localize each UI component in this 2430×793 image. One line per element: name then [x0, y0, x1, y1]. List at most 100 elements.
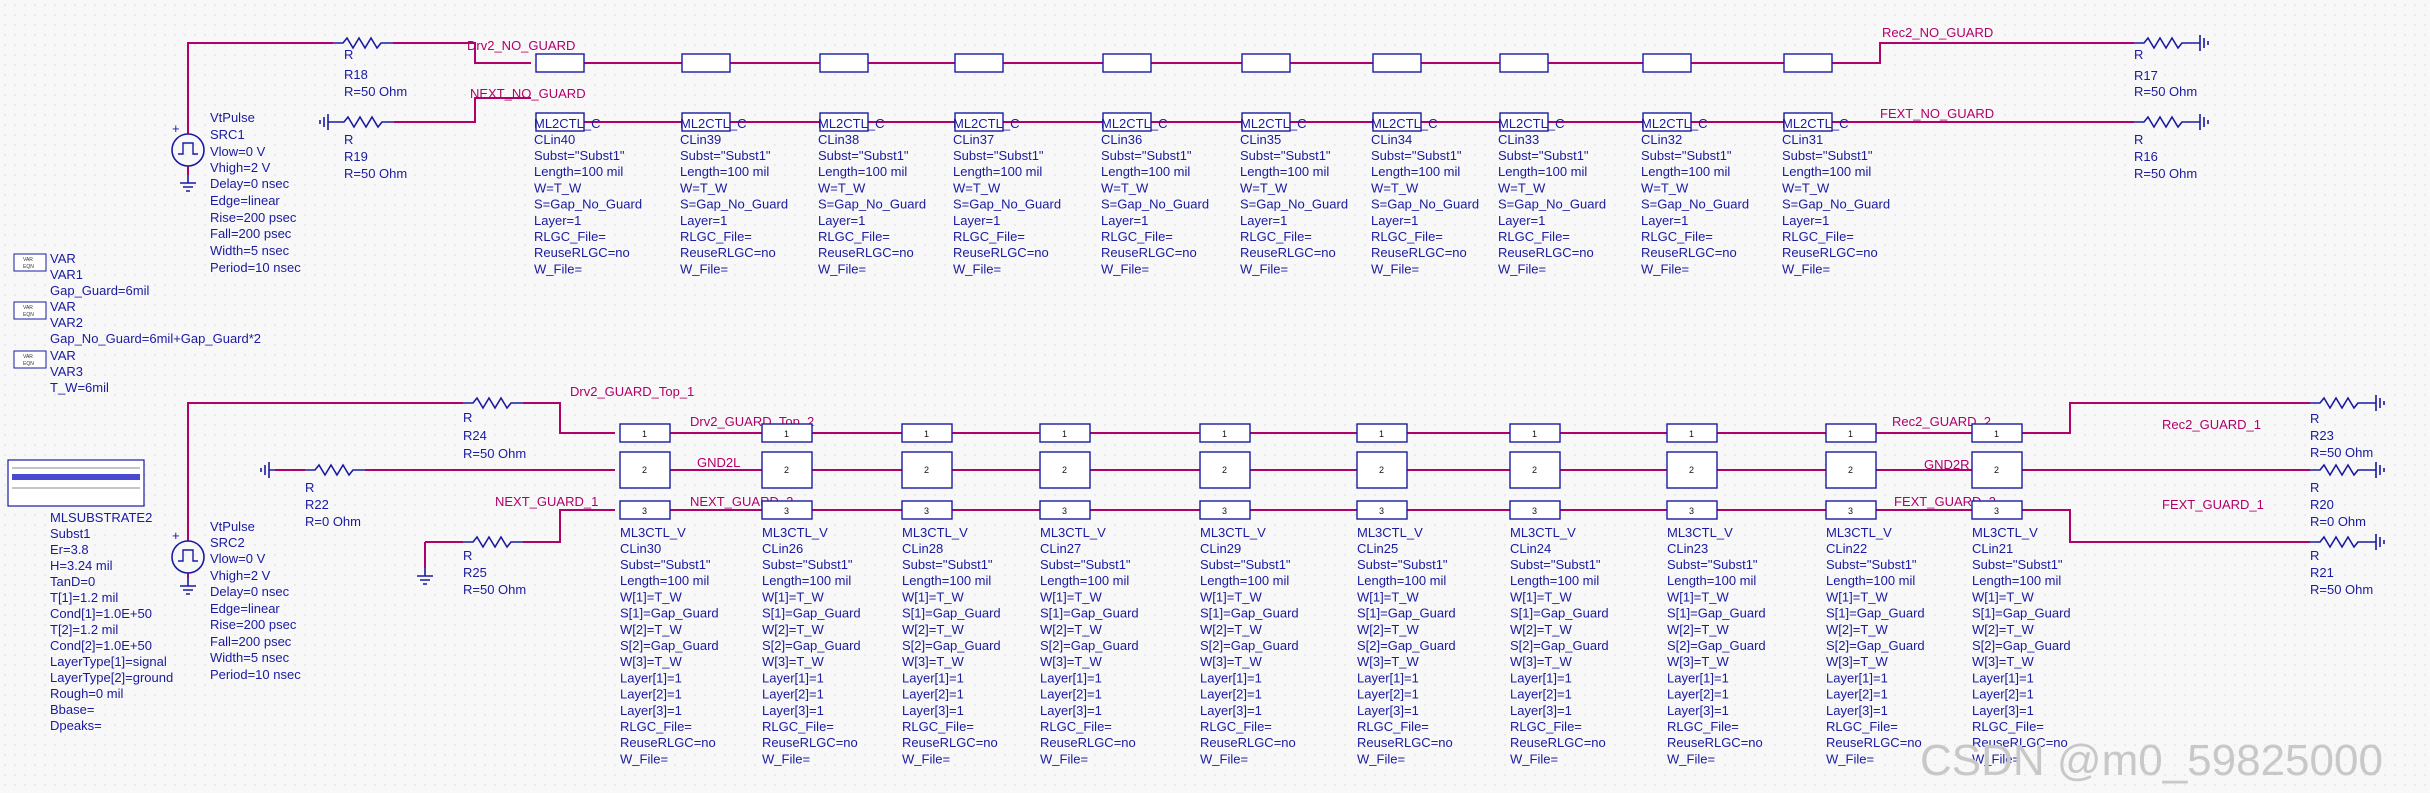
ml3ctl-param-label: Layer[1]=1 [762, 670, 824, 685]
ml2ctl-param-label: ReuseRLGC=no [1101, 245, 1197, 260]
ml2ctl-param-label: RLGC_File= [953, 229, 1025, 244]
src2-label-7: Fall=200 psec [210, 634, 292, 649]
ml3ctl-param-label: S[1]=Gap_Guard [620, 606, 719, 621]
ml3ctl-param-label: ReuseRLGC=no [1667, 735, 1763, 750]
substrate-label-5: T[1]=1.2 mil [50, 590, 118, 605]
ml2ctl-type-label: ML2CTL_C [818, 116, 884, 131]
ml2ctl-param-label: ReuseRLGC=no [1240, 245, 1336, 260]
ml2ctl-param-label: S=Gap_No_Guard [1240, 197, 1348, 212]
r17-type: R [2134, 47, 2143, 62]
ml2ctl-type-label: ML2CTL_C [1498, 116, 1564, 131]
ml2ctl-param-label: Length=100 mil [680, 164, 769, 179]
pin-number-label: 2 [924, 465, 929, 475]
ml3ctl-name-label: CLin25 [1357, 541, 1398, 556]
ml3ctl-param-label: Layer[1]=1 [1040, 670, 1102, 685]
net-label-fext-guard-1: FEXT_GUARD_1 [2162, 497, 2264, 512]
ml3ctl-param-label: W_File= [1357, 751, 1405, 766]
ml3ctl-param-label: Layer[1]=1 [902, 670, 964, 685]
ml3ctl-param-label: ReuseRLGC=no [902, 735, 998, 750]
ml3ctl-type-label: ML3CTL_V [1040, 525, 1106, 540]
r21-name: R21 [2310, 565, 2334, 580]
ml2ctl-param-label: RLGC_File= [1240, 229, 1312, 244]
ml3ctl-param-label: Layer[2]=1 [1510, 687, 1572, 702]
r24-value: R=50 Ohm [463, 446, 526, 461]
r19-value: R=50 Ohm [344, 166, 407, 181]
ml3ctl-param-label: Layer[3]=1 [1510, 703, 1572, 718]
ml2ctl-type-label: ML2CTL_C [1371, 116, 1437, 131]
pin-number-label: 2 [1379, 465, 1384, 475]
pin-number-label: 2 [1532, 465, 1537, 475]
src2-label-5: Edge=linear [210, 601, 280, 616]
ml3ctl-param-label: Subst="Subst1" [1972, 557, 2063, 572]
net-label-next-guard-1: NEXT_GUARD_1 [495, 494, 598, 509]
ml2ctl-param-label: RLGC_File= [1782, 229, 1854, 244]
ml3ctl-name-label: CLin22 [1826, 541, 1867, 556]
ml3ctl-param-label: S[1]=Gap_Guard [902, 606, 1001, 621]
var-icon-top-text: VAR [23, 257, 33, 263]
var3-label-1: VAR3 [50, 364, 83, 379]
ml3ctl-param-label: Layer[1]=1 [1200, 670, 1262, 685]
ml3ctl-param-label: Layer[1]=1 [1510, 670, 1572, 685]
substrate-label-1: Subst1 [50, 526, 90, 541]
ml2ctl-param-label: ReuseRLGC=no [680, 245, 776, 260]
r19-type: R [344, 132, 353, 147]
r23-type: R [2310, 411, 2319, 426]
pin-number-label: 1 [1379, 429, 1384, 439]
ml3ctl-param-label: Subst="Subst1" [1510, 557, 1601, 572]
ml3ctl-param-label: Subst="Subst1" [1357, 557, 1448, 572]
substrate-label-13: Dpeaks= [50, 718, 102, 733]
ml3ctl-param-label: Layer[3]=1 [1357, 703, 1419, 718]
ml3ctl-param-label: W_File= [762, 751, 810, 766]
ml2ctl-param-label: ReuseRLGC=no [818, 245, 914, 260]
ml3ctl-param-label: S[2]=Gap_Guard [1357, 638, 1456, 653]
var2-label-2: Gap_No_Guard=6mil+Gap_Guard*2 [50, 331, 261, 346]
ml3ctl-param-label: Length=100 mil [1972, 573, 2061, 588]
ml2ctl-param-label: W_File= [818, 261, 866, 276]
ml2ctl-type-label: ML2CTL_C [1240, 116, 1306, 131]
ml3ctl-type-label: ML3CTL_V [620, 525, 686, 540]
ml3ctl-param-label: W[1]=T_W [1972, 589, 2034, 604]
var1-label-1: VAR1 [50, 267, 83, 282]
ml2ctl-name-label: CLin36 [1101, 132, 1142, 147]
ml2ctl-name-label: CLin39 [680, 132, 721, 147]
ml3ctl-param-label: W[3]=T_W [1667, 654, 1729, 669]
ml3ctl-param-label: Layer[3]=1 [1200, 703, 1262, 718]
var1-label-0: VAR [50, 251, 76, 266]
ml2ctl-param-label: S=Gap_No_Guard [1498, 197, 1606, 212]
ml3ctl-type-label: ML3CTL_V [1510, 525, 1576, 540]
pin-number-label: 2 [1222, 465, 1227, 475]
r22-type: R [305, 480, 314, 495]
substrate-label-7: T[2]=1.2 mil [50, 622, 118, 637]
ml2ctl-param-label: W_File= [1240, 261, 1288, 276]
ml2ctl-param-label: Layer=1 [1782, 213, 1829, 228]
pin-number-label: 1 [1848, 429, 1853, 439]
ml2ctl-param-label: S=Gap_No_Guard [680, 197, 788, 212]
r16-type: R [2134, 132, 2143, 147]
ml3ctl-param-label: Layer[2]=1 [1200, 687, 1262, 702]
ml3ctl-param-label: Layer[1]=1 [1357, 670, 1419, 685]
pin-number-label: 3 [1062, 506, 1067, 516]
tline-box-icon [1499, 53, 1549, 73]
ml3ctl-name-label: CLin23 [1667, 541, 1708, 556]
src2-label-4: Delay=0 nsec [210, 584, 290, 599]
net-label-drv2-guard-top-1: Drv2_GUARD_Top_1 [570, 384, 694, 399]
ml2ctl-param-label: Length=100 mil [534, 164, 623, 179]
ml3ctl-param-label: W_File= [1826, 751, 1874, 766]
ml2ctl-param-label: ReuseRLGC=no [534, 245, 630, 260]
ml3ctl-param-label: Layer[1]=1 [1667, 670, 1729, 685]
ml3ctl-param-label: W[2]=T_W [1040, 622, 1102, 637]
ml3ctl-param-label: S[2]=Gap_Guard [1826, 638, 1925, 653]
substrate-label-4: TanD=0 [50, 574, 95, 589]
var2-label-0: VAR [50, 299, 76, 314]
schematic-canvas[interactable]: Drv2_NO_GUARD NEXT_NO_GUARD Rec2_NO_GUAR… [0, 0, 2430, 793]
ml2ctl-param-label: ReuseRLGC=no [1782, 245, 1878, 260]
pin-number-label: 3 [1532, 506, 1537, 516]
ml2ctl-param-label: W=T_W [1371, 180, 1419, 195]
ml3ctl-param-label: W[2]=T_W [1200, 622, 1262, 637]
ml2ctl-param-label: Subst="Subst1" [1641, 148, 1732, 163]
ml2ctl-param-label: S=Gap_No_Guard [534, 197, 642, 212]
ml3ctl-param-label: W[2]=T_W [620, 622, 682, 637]
substrate-label-8: Cond[2]=1.0E+50 [50, 638, 152, 653]
ml3ctl-param-label: S[2]=Gap_Guard [1510, 638, 1609, 653]
r20-name: R20 [2310, 497, 2334, 512]
